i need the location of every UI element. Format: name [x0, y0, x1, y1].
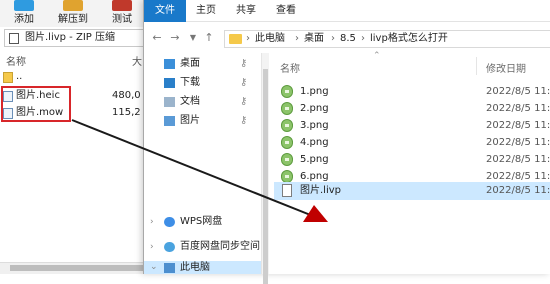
wps-cloud-icon — [164, 217, 175, 227]
chevron-right-icon: › — [295, 33, 299, 44]
this-pc-icon — [164, 263, 175, 273]
file-list: ⌃ 名称 修改日期 1.png 2022/8/5 11:28 2.png 202… — [270, 51, 550, 274]
column-divider[interactable] — [476, 57, 477, 75]
nav-pane-scrollbar[interactable] — [261, 53, 269, 284]
png-file-icon — [281, 85, 293, 98]
pin-icon[interactable]: ⚷ — [240, 93, 247, 111]
test-icon — [112, 0, 132, 11]
address-bar[interactable]: › 此电脑 › 桌面 › 8.5 › livp格式怎么打开 — [224, 30, 550, 48]
tab-home[interactable]: 主页 — [186, 0, 226, 22]
ribbon-tabs: 文件 主页 共享 查看 — [144, 0, 550, 22]
file-row-selected[interactable]: 图片.livp 2022/8/5 11:28 — [274, 182, 550, 200]
chevron-down-icon[interactable]: ⌄ — [150, 261, 158, 274]
chevron-right-icon[interactable]: › — [150, 213, 154, 231]
pictures-icon — [164, 116, 175, 126]
file-row[interactable]: 2.png 2022/8/5 11:31 — [274, 100, 550, 117]
forward-icon[interactable]: → — [168, 31, 182, 45]
pin-icon[interactable]: ⚷ — [240, 112, 247, 130]
explorer-window: 文件 主页 共享 查看 ← → ▼ ↑ › 此电脑 › 桌面 › 8.5 › l… — [143, 0, 550, 284]
nav-item-wps-cloud[interactable]: › WPS网盘 — [144, 213, 261, 231]
column-header-name[interactable]: 名称 — [280, 60, 300, 75]
chevron-right-icon: › — [361, 33, 365, 44]
png-file-icon — [281, 119, 293, 132]
nav-item-this-pc[interactable]: ⌄ 此电脑 — [144, 261, 261, 274]
up-icon[interactable]: ↑ — [202, 31, 216, 45]
breadcrumb-this-pc[interactable]: 此电脑 — [255, 31, 285, 47]
breadcrumb-8-5[interactable]: 8.5 — [340, 31, 356, 47]
test-button[interactable]: 测试 — [100, 0, 144, 27]
nav-item-documents[interactable]: 文档 ⚷ — [144, 93, 261, 111]
column-header-modified[interactable]: 修改日期 — [486, 60, 526, 75]
png-file-icon — [281, 136, 293, 149]
archive-file-icon — [9, 33, 19, 44]
nav-item-baidu-cloud[interactable]: › 百度网盘同步空间 — [144, 238, 261, 256]
archive-col-size[interactable]: 大 — [132, 53, 142, 68]
file-row[interactable]: 4.png 2022/8/5 11:32 — [274, 134, 550, 151]
nav-pane-scroll-thumb[interactable] — [263, 69, 268, 284]
breadcrumb-current-folder[interactable]: livp格式怎么打开 — [370, 31, 448, 47]
archive-col-name[interactable]: 名称 — [6, 53, 26, 68]
tab-share[interactable]: 共享 — [226, 0, 266, 22]
back-icon[interactable]: ← — [150, 31, 164, 45]
file-row[interactable]: 5.png 2022/8/5 11:32 — [274, 151, 550, 168]
nav-item-desktop[interactable]: 桌面 ⚷ — [144, 55, 261, 73]
add-icon — [14, 0, 34, 11]
archive-hscroll-thumb[interactable] — [10, 265, 150, 271]
chevron-right-icon[interactable]: › — [150, 238, 154, 256]
folder-up-icon — [3, 72, 13, 83]
extract-icon — [63, 0, 83, 11]
add-button[interactable]: 添加 — [2, 0, 46, 27]
download-icon — [164, 78, 175, 88]
pin-icon[interactable]: ⚷ — [240, 55, 247, 73]
file-list-header: ⌃ 名称 修改日期 — [270, 51, 550, 75]
pin-icon[interactable]: ⚷ — [240, 74, 247, 92]
baidu-cloud-icon — [164, 242, 175, 252]
nav-item-downloads[interactable]: 下载 ⚷ — [144, 74, 261, 92]
file-row[interactable]: 1.png 2022/8/5 11:28 — [274, 83, 550, 100]
highlight-box — [1, 86, 71, 122]
tab-view[interactable]: 查看 — [266, 0, 306, 22]
documents-icon — [164, 97, 175, 107]
file-row[interactable]: 3.png 2022/8/5 11:31 — [274, 117, 550, 134]
chevron-right-icon: › — [246, 33, 250, 44]
nav-item-pictures[interactable]: 图片 ⚷ — [144, 112, 261, 130]
png-file-icon — [281, 153, 293, 166]
breadcrumb-desktop[interactable]: 桌面 — [304, 31, 324, 47]
sort-up-icon: ⌃ — [373, 51, 381, 61]
navigation-pane: 桌面 ⚷ 下载 ⚷ 文档 ⚷ 图片 ⚷ › WPS网盘 › 百度网盘同步空间 ⌄… — [144, 53, 261, 274]
desktop-icon — [164, 59, 175, 69]
livp-file-icon — [282, 184, 292, 197]
chevron-right-icon: › — [331, 33, 335, 44]
png-file-icon — [281, 102, 293, 115]
folder-icon — [229, 34, 242, 44]
recent-dropdown-icon[interactable]: ▼ — [186, 31, 200, 45]
tab-file[interactable]: 文件 — [144, 0, 186, 22]
navigation-bar: ← → ▼ ↑ › 此电脑 › 桌面 › 8.5 › livp格式怎么打开 — [144, 23, 550, 53]
extract-to-button[interactable]: 解压到 — [48, 0, 98, 27]
